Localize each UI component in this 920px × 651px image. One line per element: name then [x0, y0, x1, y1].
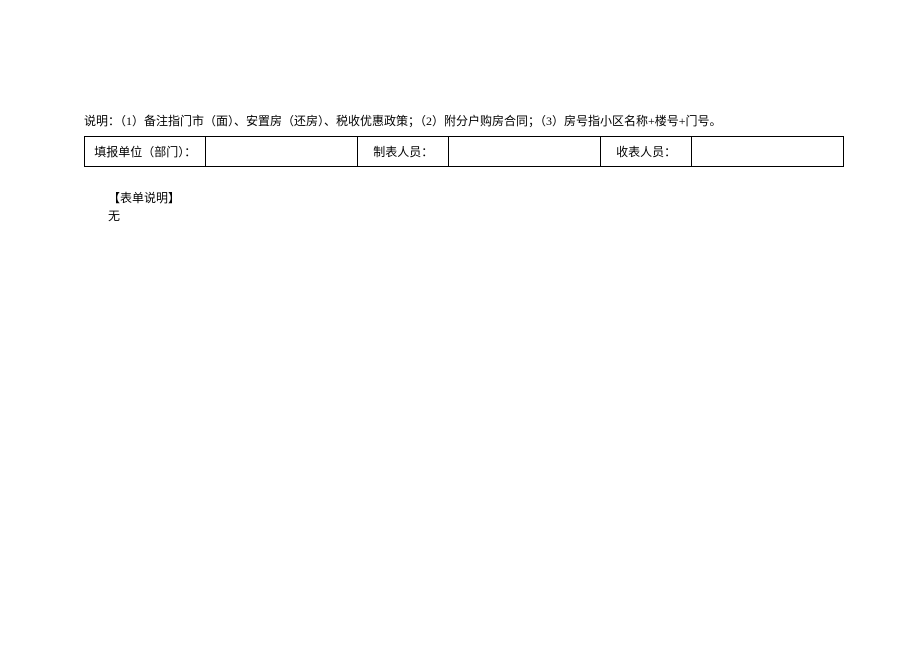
signoff-table: 填报单位（部门）： 制表人员： 收表人员： [84, 136, 844, 167]
table-row: 填报单位（部门）： 制表人员： 收表人员： [85, 137, 844, 167]
preparer-label: 制表人员： [358, 137, 449, 167]
reporting-unit-value [206, 137, 358, 167]
preparer-value [449, 137, 601, 167]
form-notes-body: 无 [84, 207, 844, 225]
receiver-value [692, 137, 844, 167]
document-body: 说明：（1）备注指门市（面）、安置房（还房）、税收优惠政策；（2）附分户购房合同… [0, 0, 920, 225]
explanation-text: 说明：（1）备注指门市（面）、安置房（还房）、税收优惠政策；（2）附分户购房合同… [84, 112, 844, 130]
reporting-unit-label: 填报单位（部门）： [85, 137, 206, 167]
form-notes-heading: 【表单说明】 [84, 189, 844, 207]
receiver-label: 收表人员： [601, 137, 692, 167]
